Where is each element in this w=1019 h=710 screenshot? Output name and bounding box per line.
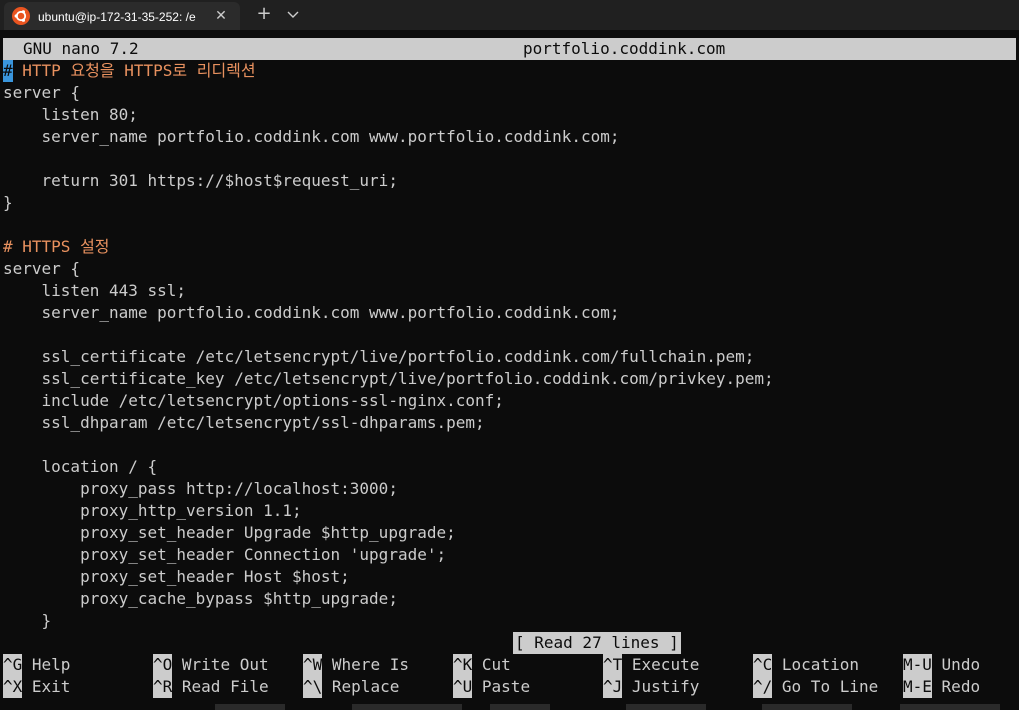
code-line: proxy_set_header Upgrade $http_upgrade; (3, 523, 456, 542)
shortcut-label: Paste (481, 677, 531, 696)
close-icon[interactable]: ✕ (212, 7, 230, 25)
shortcut-label: Replace (331, 677, 400, 696)
shortcut-label: Justify (631, 677, 700, 696)
text-cursor: # (3, 60, 13, 82)
shortcut-key: M-U (903, 654, 932, 676)
shortcut-key: ^/ (753, 676, 773, 698)
shortcut-key: ^O (153, 654, 173, 676)
code-line: proxy_cache_bypass $http_upgrade; (3, 589, 398, 608)
shortcut-key: ^C (753, 654, 773, 676)
terminal-area[interactable]: GNU nano 7.2 portfolio.coddink.com # HTT… (0, 30, 1019, 710)
shortcut-replace[interactable]: ^\ Replace (303, 676, 399, 698)
code-line: server_name portfolio.coddink.com www.po… (3, 127, 620, 146)
shortcut-bar: ^G Help ^O Write Out ^W Where Is ^K Cut ^T E… (3, 654, 1016, 698)
shortcut-where-is[interactable]: ^W Where Is (303, 654, 409, 676)
shortcut-key: ^R (153, 676, 173, 698)
shortcut-go-to-line[interactable]: ^/ Go To Line (753, 676, 878, 698)
scrollback-fragment (0, 702, 1019, 710)
code-line: server_name portfolio.coddink.com www.po… (3, 303, 620, 322)
shortcut-label: Help (31, 655, 71, 674)
shortcut-label: Read File (181, 677, 269, 696)
shortcut-key: ^J (603, 676, 623, 698)
code-line: ssl_certificate /etc/letsencrypt/live/po… (3, 347, 755, 366)
shortcut-key: ^T (603, 654, 623, 676)
shortcut-justify[interactable]: ^J Justify (603, 676, 699, 698)
file-name: portfolio.coddink.com (523, 39, 726, 58)
nano-version: GNU nano 7.2 (23, 39, 139, 58)
status-message: [ Read 27 lines ] (513, 632, 681, 654)
shortcut-read-file[interactable]: ^R Read File (153, 676, 269, 698)
shortcut-label: Go To Line (781, 677, 879, 696)
comment-line: # HTTP 요청을 HTTPS로 리디렉션 (3, 60, 1016, 82)
code-line: return 301 https://$host$request_uri; (3, 171, 398, 190)
shortcut-label: Undo (941, 655, 981, 674)
code-line: proxy_pass http://localhost:3000; (3, 479, 398, 498)
code-line: ssl_dhparam /etc/letsencrypt/ssl-dhparam… (3, 413, 485, 432)
tab-title: ubuntu@ip-172-31-35-252: /e (38, 10, 196, 24)
line-text: HTTP 요청을 HTTPS로 리디렉션 (12, 61, 256, 80)
ubuntu-icon (12, 7, 30, 25)
shortcut-execute[interactable]: ^T Execute (603, 654, 699, 676)
code-line: server { (3, 259, 81, 278)
shortcut-label: Exit (31, 677, 71, 696)
shortcut-label: Redo (941, 677, 981, 696)
shortcut-paste[interactable]: ^U Paste (453, 676, 530, 698)
shortcut-label: Write Out (181, 655, 269, 674)
code-line: proxy_http_version 1.1; (3, 501, 302, 520)
shortcut-help[interactable]: ^G Help (3, 654, 70, 676)
code-line: location / { (3, 457, 158, 476)
shortcut-undo[interactable]: M-U Undo (903, 654, 980, 676)
code-line: listen 80; (3, 105, 138, 124)
shortcut-location[interactable]: ^C Location (753, 654, 859, 676)
chevron-down-icon[interactable] (282, 3, 304, 27)
terminal-window: ubuntu@ip-172-31-35-252: /e ✕ + GNU nano… (0, 0, 1019, 710)
nano-header-bar: GNU nano 7.2 portfolio.coddink.com (3, 38, 1016, 60)
shortcut-label: Execute (631, 655, 700, 674)
new-tab-button[interactable]: + (252, 3, 276, 27)
code-line: proxy_set_header Connection 'upgrade'; (3, 545, 447, 564)
terminal-tab[interactable]: ubuntu@ip-172-31-35-252: /e ✕ (4, 2, 240, 30)
shortcut-key: ^G (3, 654, 23, 676)
shortcut-key: ^\ (303, 676, 323, 698)
title-bar: ubuntu@ip-172-31-35-252: /e ✕ + (0, 0, 1019, 30)
shortcut-label: Where Is (331, 655, 409, 674)
code-line: server { (3, 83, 81, 102)
code-line: } (3, 193, 13, 212)
shortcut-label: Location (781, 655, 859, 674)
code-line: include /etc/letsencrypt/options-ssl-ngi… (3, 391, 504, 410)
shortcut-key: ^U (453, 676, 473, 698)
shortcut-exit[interactable]: ^X Exit (3, 676, 70, 698)
shortcut-write-out[interactable]: ^O Write Out (153, 654, 269, 676)
code-line: ssl_certificate_key /etc/letsencrypt/liv… (3, 369, 774, 388)
shortcut-key: ^W (303, 654, 323, 676)
shortcut-cut[interactable]: ^K Cut (453, 654, 511, 676)
shortcut-label: Cut (481, 655, 511, 674)
editor-buffer[interactable]: # HTTP 요청을 HTTPS로 리디렉션 server { listen 80… (3, 60, 1016, 632)
code-line: listen 443 ssl; (3, 281, 187, 300)
code-line: } (3, 611, 52, 630)
shortcut-key: M-E (903, 676, 932, 698)
code-line: proxy_set_header Host $host; (3, 567, 350, 586)
shortcut-key: ^K (453, 654, 473, 676)
shortcut-key: ^X (3, 676, 23, 698)
shortcut-redo[interactable]: M-E Redo (903, 676, 980, 698)
comment-line: # HTTPS 설정 (3, 237, 110, 256)
